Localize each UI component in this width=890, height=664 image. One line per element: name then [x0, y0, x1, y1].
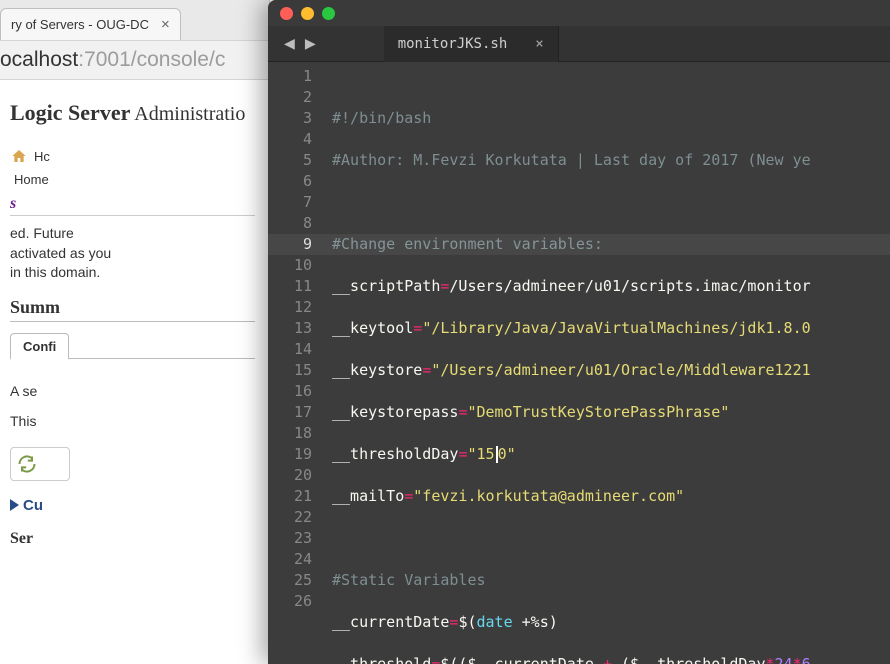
window-zoom-icon[interactable]	[322, 7, 335, 20]
desc-line2: This	[10, 413, 255, 429]
window-minimize-icon[interactable]	[301, 7, 314, 20]
triangle-right-icon	[10, 499, 19, 511]
close-tab-icon[interactable]: ×	[161, 16, 170, 33]
address-bar[interactable]: ocalhost:7001/console/c	[0, 40, 269, 80]
browser-tabbar: ry of Servers - OUG-DC ×	[0, 0, 269, 40]
desc-line1: A se	[10, 383, 255, 399]
summary-tabs: Confi	[10, 332, 255, 359]
description: A se This	[10, 383, 255, 429]
summary-heading: Summ	[10, 297, 255, 322]
editor-toolbar: ◀ ▶ monitorJKS.sh ×	[268, 26, 890, 62]
panel-body: ed. Future activated as you in this doma…	[10, 224, 255, 283]
code-content[interactable]: #!/bin/bash #Author: M.Fevzi Korkutata |…	[324, 62, 890, 664]
line-gutter: 1234567891011121314151617181920212223242…	[268, 62, 324, 664]
page-content: Logic Server Administratio Hc Home s ed.…	[0, 80, 269, 548]
editor-tab-close-icon[interactable]: ×	[535, 36, 543, 52]
refresh-toolbar[interactable]	[10, 447, 70, 481]
section-heading: Ser	[10, 530, 255, 548]
browser-tab[interactable]: ry of Servers - OUG-DC ×	[0, 8, 181, 40]
code-area[interactable]: 1234567891011121314151617181920212223242…	[268, 62, 890, 664]
editor-window: ◀ ▶ monitorJKS.sh × 12345678910111213141…	[268, 0, 890, 664]
browser-window: ry of Servers - OUG-DC × ocalhost:7001/c…	[0, 0, 270, 664]
address-text: ocalhost:7001/console/c	[0, 48, 225, 72]
refresh-icon[interactable]	[17, 454, 37, 474]
tab-config[interactable]: Confi	[10, 333, 69, 360]
page-title-bold: Logic Server	[10, 100, 130, 125]
editor-tab-title: monitorJKS.sh	[398, 36, 508, 52]
breadcrumb-sub[interactable]: Home	[10, 172, 255, 187]
category-label: Cu	[23, 497, 43, 514]
category-row[interactable]: Cu	[10, 497, 255, 514]
browser-tab-title: ry of Servers - OUG-DC	[11, 17, 149, 32]
editor-tab[interactable]: monitorJKS.sh ×	[384, 26, 559, 62]
home-icon	[10, 148, 28, 164]
breadcrumb-home[interactable]: Hc	[34, 149, 50, 164]
nav-forward-icon[interactable]: ▶	[305, 33, 316, 54]
page-title-row: Logic Server Administratio	[10, 100, 255, 126]
breadcrumb: Hc	[10, 148, 255, 164]
titlebar[interactable]	[268, 0, 890, 26]
window-close-icon[interactable]	[280, 7, 293, 20]
panel-heading: s	[10, 195, 255, 216]
page-title-rest: Administratio	[130, 103, 245, 125]
nav-back-icon[interactable]: ◀	[284, 33, 295, 54]
